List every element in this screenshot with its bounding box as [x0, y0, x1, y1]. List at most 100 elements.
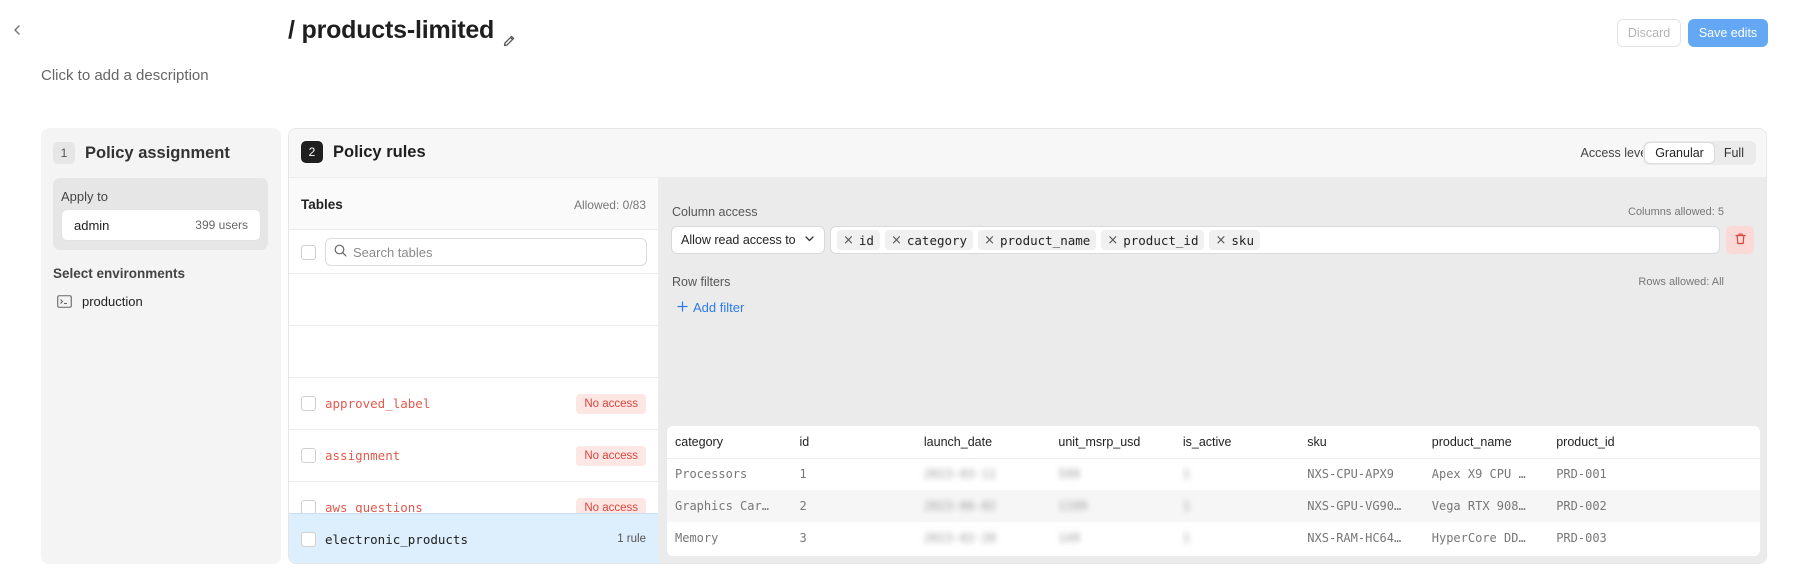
search-icon: [334, 244, 347, 260]
remove-tag-icon[interactable]: ×: [843, 233, 854, 248]
policy-rules-header: 2 Policy rules Access level Granular Ful…: [289, 129, 1766, 178]
group-user-count: 399 users: [195, 218, 248, 232]
environment-name: production: [82, 294, 143, 309]
masked-value: 599: [1058, 467, 1081, 482]
row-filters-label: Row filters: [672, 275, 731, 289]
table-row[interactable]: assignment No access: [289, 430, 658, 482]
cell: Apex X9 CPU …: [1431, 467, 1526, 482]
masked-cell: 149: [1050, 522, 1174, 554]
remove-tag-icon[interactable]: ×: [891, 233, 902, 248]
policy-rules-panel: 2 Policy rules Access level Granular Ful…: [288, 128, 1767, 564]
delete-rule-button[interactable]: [1726, 226, 1754, 254]
table-row: Graphics Car… 2 2023-06-02 1199 1 NXS-GP…: [667, 490, 1760, 522]
environment-item-production[interactable]: production: [57, 294, 143, 309]
tables-allowed-count: Allowed: 0/83: [573, 198, 646, 212]
cell: NXS-RAM-HC64…: [1307, 531, 1402, 545]
cell: Vega RTX 908…: [1423, 490, 1549, 522]
column-tag: × category: [884, 230, 974, 250]
access-level-toggle: Granular Full: [1643, 141, 1756, 165]
rule-count: 1 rule: [617, 533, 646, 545]
table-checkbox[interactable]: [301, 396, 316, 411]
masked-value: 1: [1182, 531, 1191, 545]
apply-to-group-admin[interactable]: admin 399 users: [61, 209, 261, 241]
table-name: approved_label: [325, 396, 431, 411]
table-row: Processors 1 2023-03-11 599 1 NXS-CPU-AP…: [667, 458, 1760, 490]
cell: 2: [791, 490, 916, 522]
table-name: electronic_products: [325, 532, 468, 547]
column-tag-label: sku: [1231, 232, 1254, 248]
data-preview-table: category id launch_date unit_msrp_usd is…: [667, 426, 1760, 556]
masked-value: 2023-03-11: [923, 467, 997, 482]
trash-icon: [1734, 232, 1747, 248]
column-tag-label: product_id: [1123, 232, 1199, 248]
cell: 3: [799, 531, 807, 545]
cell: 1: [799, 467, 807, 482]
description-field[interactable]: Click to add a description: [41, 67, 209, 84]
column-header: product_name: [1423, 426, 1549, 459]
column-tag: × sku: [1209, 230, 1260, 250]
masked-value: 2023-06-02: [923, 499, 997, 513]
panel-title: Policy rules: [333, 143, 426, 161]
remove-tag-icon[interactable]: ×: [1107, 233, 1118, 248]
policy-assignment-panel: 1 Policy assignment Apply to admin 399 u…: [41, 128, 281, 564]
column-header: sku: [1299, 426, 1424, 459]
column-header: product_id: [1548, 426, 1760, 459]
tables-search-row: [289, 230, 658, 274]
cell: Memory: [675, 531, 719, 545]
masked-cell: 2023-03-11: [916, 458, 1050, 490]
tables-title: Tables: [301, 197, 343, 212]
access-mode-dropdown[interactable]: Allow read access to: [671, 226, 825, 254]
access-level-full[interactable]: Full: [1714, 143, 1754, 163]
search-tables-input[interactable]: [353, 244, 633, 260]
add-filter-button[interactable]: Add filter: [677, 300, 744, 315]
remove-tag-icon[interactable]: ×: [984, 233, 995, 248]
table-row-empty: [289, 326, 658, 378]
save-edits-button[interactable]: Save edits: [1688, 19, 1768, 47]
masked-value: 1199: [1058, 499, 1088, 513]
table-checkbox[interactable]: [301, 448, 316, 463]
masked-value: 1: [1182, 499, 1191, 513]
column-header: category: [667, 426, 792, 459]
masked-value: 1: [1182, 467, 1191, 482]
pencil-icon[interactable]: [502, 26, 516, 46]
discard-button[interactable]: Discard: [1617, 19, 1681, 47]
column-header: is_active: [1174, 426, 1300, 459]
masked-cell: 599: [1050, 458, 1174, 490]
search-box: [325, 238, 647, 266]
apply-to-label: Apply to: [61, 189, 108, 204]
table-checkbox[interactable]: [301, 532, 316, 547]
select-all-checkbox[interactable]: [301, 245, 316, 260]
step-badge: 2: [301, 141, 323, 163]
access-level-granular[interactable]: Granular: [1645, 143, 1714, 163]
masked-value: 2023-02-20: [923, 531, 997, 545]
table-row-selected[interactable]: electronic_products 1 rule: [289, 513, 658, 563]
masked-cell: 2023-06-02: [915, 490, 1051, 522]
masked-cell: 1199: [1050, 490, 1175, 522]
add-filter-label: Add filter: [693, 300, 745, 315]
apply-to-box: Apply to admin 399 users: [53, 178, 268, 250]
columns-tag-input[interactable]: × id × category × product_name × product…: [830, 226, 1720, 254]
column-access-label: Column access: [672, 205, 758, 219]
masked-cell: 2023-02-20: [916, 522, 1050, 554]
page-title: / products-limited: [288, 16, 516, 46]
masked-cell: 1: [1175, 522, 1299, 554]
policy-name: / products-limited: [288, 16, 495, 44]
masked-value: 149: [1058, 531, 1081, 545]
table-name: assignment: [325, 448, 401, 463]
masked-cell: 1: [1175, 458, 1299, 490]
column-tag: × id: [837, 230, 880, 250]
column-header: id: [791, 426, 916, 459]
cell: HyperCore DD…: [1431, 531, 1526, 545]
access-level-label: Access level: [1580, 146, 1650, 160]
cell: PRD-003: [1556, 531, 1607, 545]
table-row[interactable]: approved_label No access: [289, 378, 658, 430]
columns-allowed-count: Columns allowed: 5: [1628, 206, 1724, 218]
group-name: admin: [74, 217, 110, 233]
remove-tag-icon[interactable]: ×: [1215, 233, 1226, 248]
tables-list: Tables Allowed: 0/83 approved_label No a…: [289, 178, 659, 563]
table-row-empty: [289, 274, 658, 326]
cell: Graphics Car…: [667, 490, 792, 522]
cell: Processors: [675, 467, 748, 482]
back-chevron-icon[interactable]: [10, 23, 24, 37]
tables-header: Tables Allowed: 0/83: [289, 178, 658, 230]
